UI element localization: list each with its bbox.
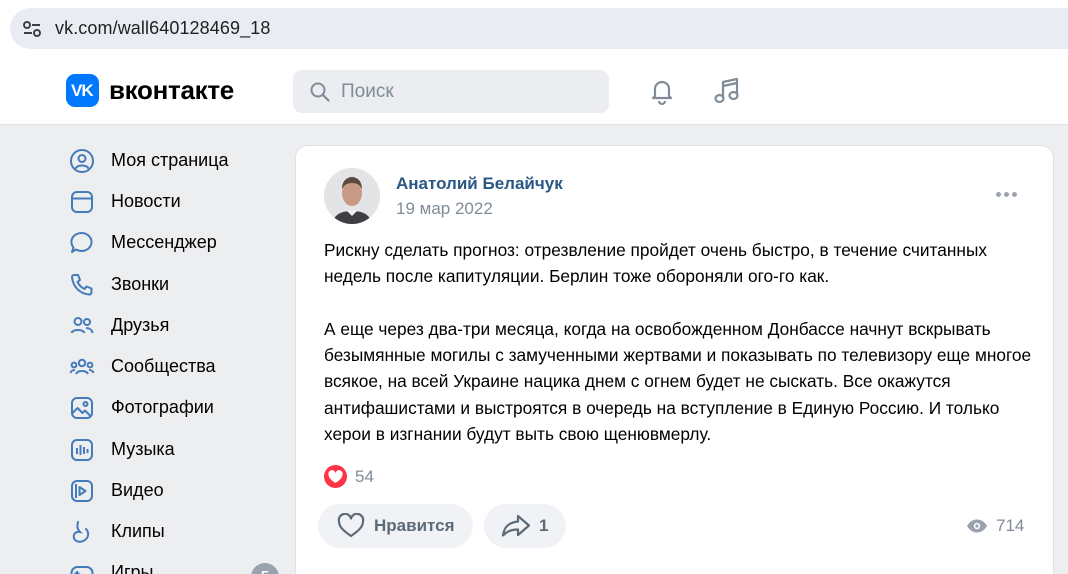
post-date[interactable]: 19 мар 2022: [396, 199, 493, 219]
site-header: VK вконтакте: [0, 58, 1068, 125]
url-text[interactable]: vk.com/wall640128469_18: [55, 18, 270, 39]
post-paragraph: Рискну сделать прогноз: отрезвление прой…: [324, 240, 988, 287]
music-icon: [69, 437, 95, 463]
sidebar-item-clips[interactable]: Клипы: [60, 511, 285, 551]
sidebar-item-photos[interactable]: Фотографии: [60, 387, 285, 427]
sidebar-item-label: Музыка: [111, 439, 175, 459]
phone-icon: [69, 272, 95, 298]
heart-outline-icon: [337, 512, 365, 544]
sidebar-item-news[interactable]: Новости: [60, 181, 285, 221]
notification-badge: 5: [251, 563, 279, 574]
sidebar-item-label: Клипы: [111, 521, 165, 541]
sidebar-item-label: Моя страница: [111, 150, 229, 170]
friends-icon: [69, 313, 95, 339]
communities-icon: [69, 354, 95, 380]
like-button[interactable]: Нравится: [318, 504, 473, 548]
sidebar-item-label: Новости: [111, 191, 181, 211]
tune-icon[interactable]: [22, 19, 42, 39]
bell-icon[interactable]: [647, 76, 677, 106]
share-count: 1: [539, 516, 549, 535]
wall-post: Анатолий Белайчук 19 мар 2022 Рискну сде…: [295, 145, 1054, 574]
games-icon: [69, 560, 95, 574]
photo-icon: [69, 395, 95, 421]
newsfeed-icon: [69, 189, 95, 215]
sidebar-item-label: Фотографии: [111, 397, 214, 417]
sidebar-item-friends[interactable]: Друзья: [60, 305, 285, 345]
browser-toolbar: vk.com/wall640128469_18: [0, 0, 1068, 58]
heart-reaction-icon: [324, 465, 347, 488]
sidebar-item-label: Видео: [111, 480, 164, 500]
search-input[interactable]: [341, 70, 591, 113]
sidebar-item-label: Друзья: [111, 315, 170, 335]
video-icon: [69, 478, 95, 504]
author-avatar[interactable]: [324, 168, 380, 224]
sidebar-item-video[interactable]: Видео: [60, 470, 285, 510]
sidebar-item-music[interactable]: Музыка: [60, 429, 285, 469]
vk-logo-glyph: VK: [71, 81, 94, 100]
search-icon: [310, 82, 330, 102]
eye-icon: [966, 518, 988, 539]
sidebar-item-communities[interactable]: Сообщества: [60, 346, 285, 386]
user-circle-icon: [69, 148, 95, 174]
address-bar[interactable]: vk.com/wall640128469_18: [10, 8, 1068, 49]
more-options-icon[interactable]: [996, 188, 1022, 202]
search-box[interactable]: [293, 70, 609, 113]
post-paragraph: А еще через два-три месяца, когда на осв…: [324, 318, 1032, 445]
sidebar-item-calls[interactable]: Звонки: [60, 264, 285, 304]
message-icon: [69, 230, 95, 256]
share-button[interactable]: 1: [484, 504, 566, 548]
post-text: Рискну сделать прогноз: отрезвление прой…: [324, 237, 1034, 447]
sidebar-item-games[interactable]: Игры 5: [60, 552, 285, 574]
views-count: 714: [996, 516, 1025, 535]
sidebar-item-label: Игры: [111, 562, 154, 574]
sidebar-item-messenger[interactable]: Мессенджер: [60, 222, 285, 262]
share-arrow-icon: [501, 514, 531, 543]
brand-name[interactable]: вконтакте: [109, 75, 234, 106]
like-label: Нравится: [374, 516, 455, 535]
reactions-count: 54: [355, 467, 374, 486]
sidebar-item-label: Сообщества: [111, 356, 216, 376]
music-note-icon[interactable]: [712, 76, 742, 106]
author-name[interactable]: Анатолий Белайчук: [396, 174, 563, 194]
clips-icon: [69, 519, 95, 545]
vk-logo[interactable]: VK: [66, 74, 99, 107]
sidebar-item-my-page[interactable]: Моя страница: [60, 140, 285, 180]
sidebar-item-label: Мессенджер: [111, 232, 217, 252]
views-counter: 714: [966, 516, 1056, 538]
sidebar-item-label: Звонки: [111, 274, 170, 294]
